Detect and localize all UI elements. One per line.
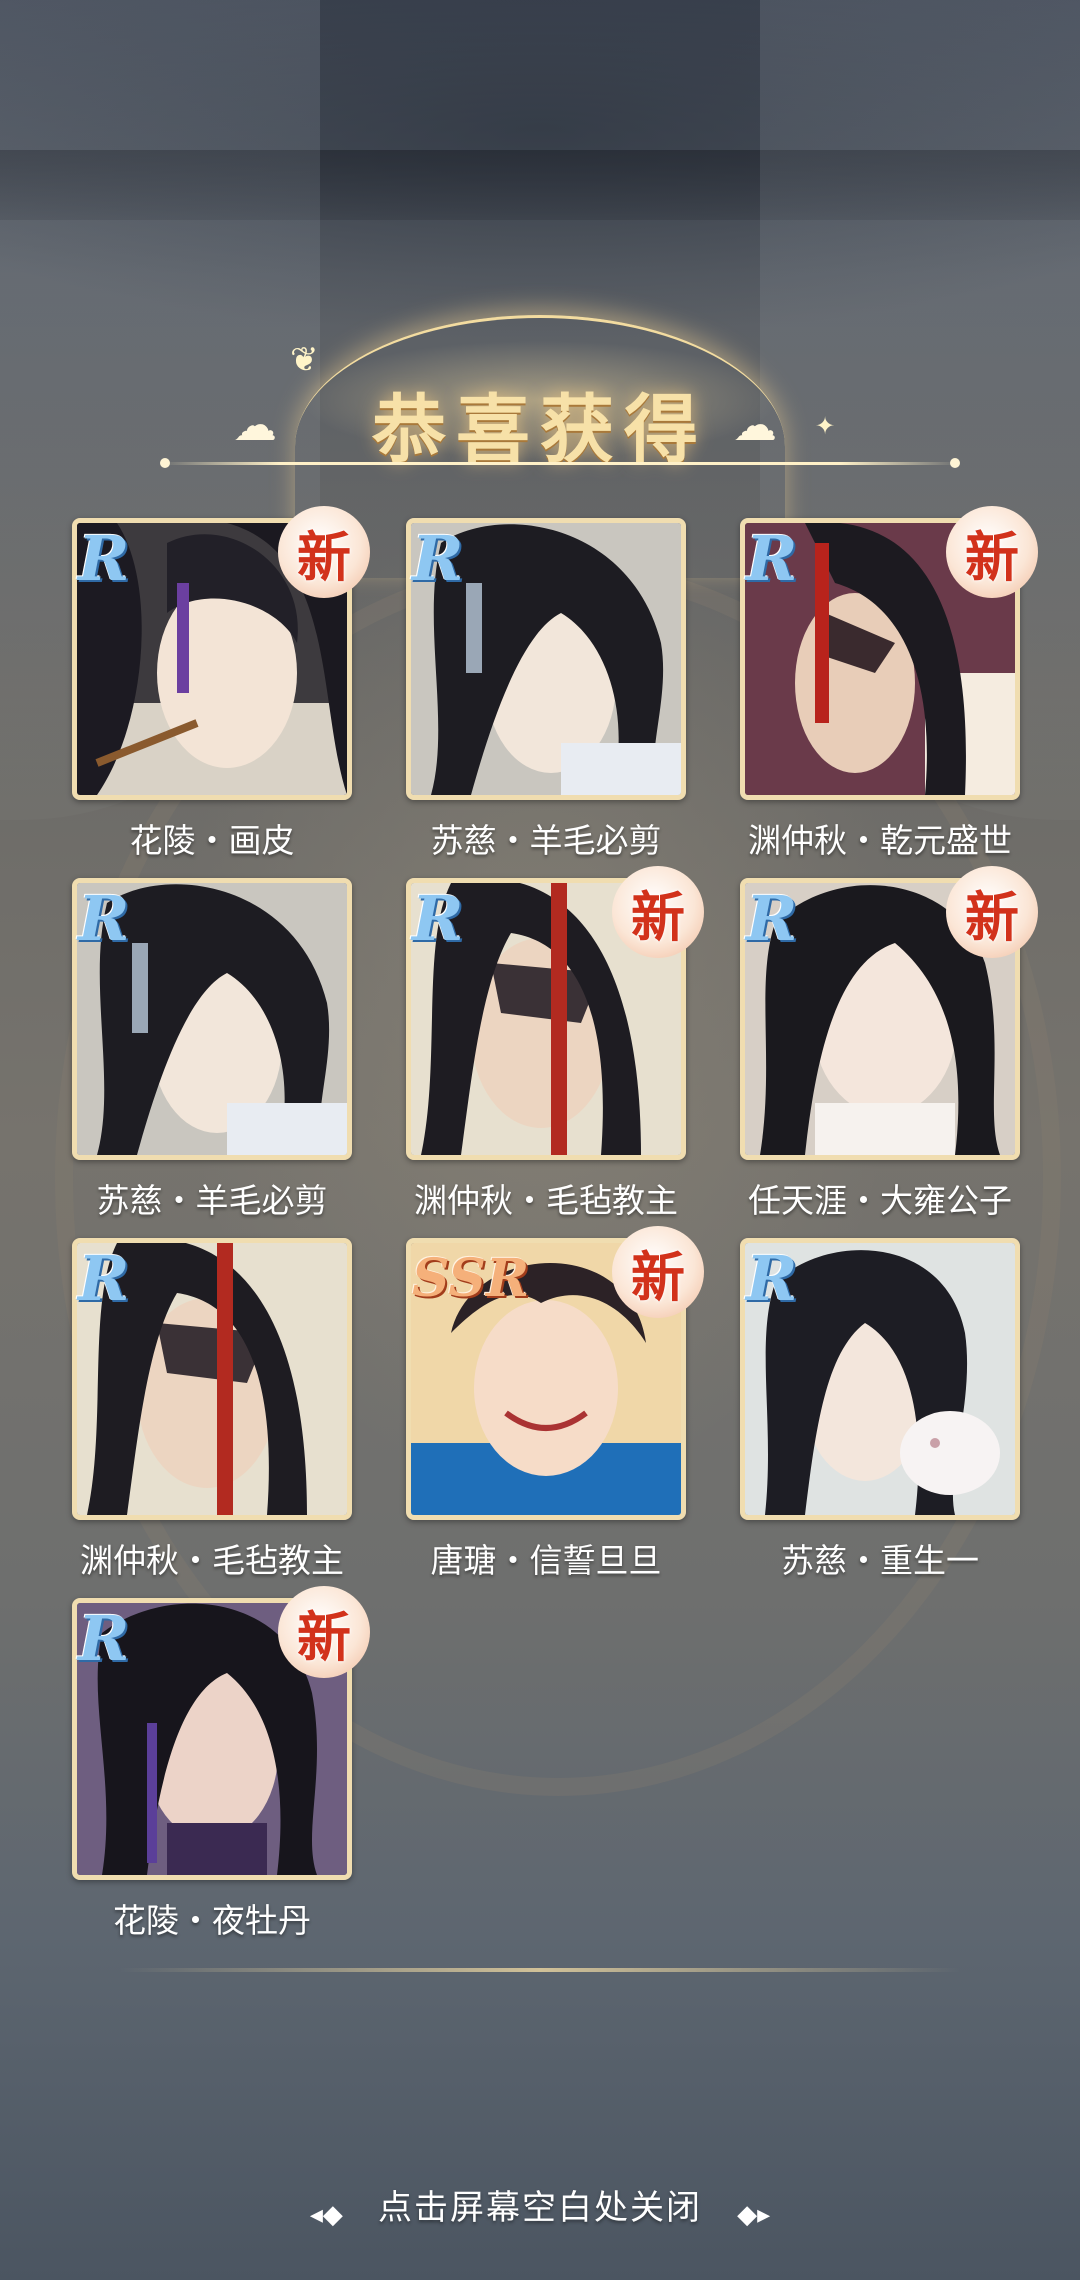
character-name: 花陵・画皮 (129, 821, 295, 860)
ornament-right-icon: ◆▸ (737, 2199, 771, 2230)
reward-grid: R 新 花陵・画皮 R 苏慈・羊毛必剪 R 新 渊仲秋・乾元盛世 R 苏慈・羊毛… (72, 506, 1038, 1958)
character-name: 渊仲秋・毛毡教主 (80, 1541, 344, 1580)
rarity-badge: R (746, 1242, 798, 1315)
reward-card[interactable]: R 苏慈・羊毛必剪 (72, 878, 352, 1238)
bottom-divider (120, 1968, 960, 1972)
character-name: 渊仲秋・毛毡教主 (414, 1181, 678, 1220)
header-divider (160, 458, 960, 468)
rarity-badge: SSR (412, 1248, 530, 1309)
reward-card[interactable]: R 新 任天涯・大雍公子 (740, 866, 1038, 1238)
character-name: 任天涯・大雍公子 (748, 1181, 1012, 1220)
character-name: 花陵・夜牡丹 (113, 1901, 311, 1940)
rarity-badge: R (78, 522, 130, 595)
character-name: 苏慈・羊毛必剪 (430, 821, 662, 860)
reward-card[interactable]: R 新 渊仲秋・毛毡教主 (406, 866, 704, 1238)
reward-card[interactable]: R 苏慈・重生一 (740, 1238, 1020, 1598)
rarity-badge: R (746, 522, 798, 595)
rarity-badge: R (412, 882, 464, 955)
reward-card[interactable]: R 新 花陵・夜牡丹 (72, 1586, 370, 1958)
new-badge: 新 (278, 1586, 370, 1678)
rarity-badge: R (78, 1602, 130, 1675)
new-badge: 新 (612, 866, 704, 958)
ornament-left-icon: ◂◆ (309, 2199, 343, 2230)
new-badge: 新 (278, 506, 370, 598)
character-name: 苏慈・重生一 (781, 1541, 979, 1580)
reward-card[interactable]: R 渊仲秋・毛毡教主 (72, 1238, 352, 1598)
reward-card[interactable]: SSR 新 唐瑭・信誓旦旦 (406, 1226, 704, 1598)
new-badge: 新 (612, 1226, 704, 1318)
reward-header: ❦ ✦ ☁ ☁ 恭喜获得 (0, 300, 1080, 480)
reward-card[interactable]: R 新 渊仲秋・乾元盛世 (740, 506, 1038, 878)
character-name: 苏慈・羊毛必剪 (96, 1181, 328, 1220)
reward-card[interactable]: R 新 花陵・画皮 (72, 506, 370, 878)
reward-card[interactable]: R 苏慈・羊毛必剪 (406, 518, 686, 878)
close-hint-bar[interactable]: ◂◆ 点击屏幕空白处关闭 ◆▸ (0, 2180, 1080, 2230)
rarity-badge: R (412, 522, 464, 595)
close-hint-text: 点击屏幕空白处关闭 (378, 2188, 702, 2228)
new-badge: 新 (946, 866, 1038, 958)
character-name: 渊仲秋・乾元盛世 (748, 821, 1012, 860)
rarity-badge: R (746, 882, 798, 955)
new-badge: 新 (946, 506, 1038, 598)
character-name: 唐瑭・信誓旦旦 (430, 1541, 662, 1580)
rarity-badge: R (78, 1242, 130, 1315)
rarity-badge: R (78, 882, 130, 955)
